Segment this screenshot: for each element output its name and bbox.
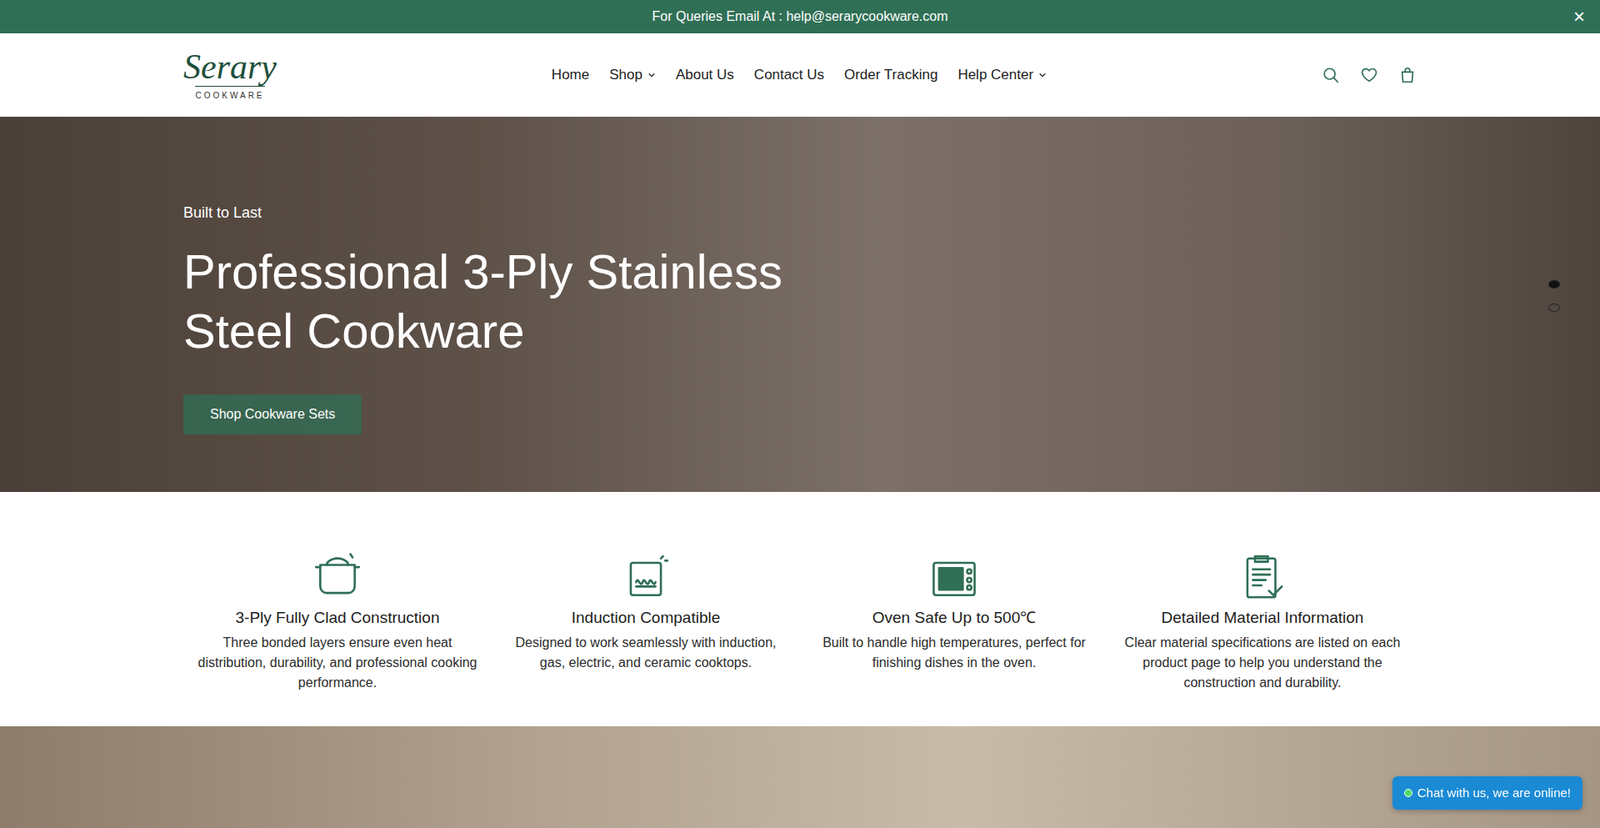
online-dot bbox=[1404, 788, 1413, 797]
feature-title: Induction Compatible bbox=[501, 608, 790, 628]
feature-item: Oven Safe Up to 500℃ Built to handle high… bbox=[800, 551, 1109, 693]
nav-label: Order Tracking bbox=[844, 64, 938, 86]
features-section: 3-Ply Fully Clad Construction Three bonde… bbox=[0, 491, 1600, 726]
feature-icon-wrap bbox=[1118, 551, 1407, 604]
chat-label: Chat with us, we are online! bbox=[1417, 783, 1571, 803]
logo-name: Serary bbox=[183, 49, 277, 85]
chevron-down-icon bbox=[1038, 70, 1047, 80]
feature-text: Built to handle high temperatures, perfe… bbox=[810, 632, 1099, 673]
feature-text: Designed to work seamlessly with inducti… bbox=[501, 632, 790, 673]
nav-link[interactable]: About Us bbox=[675, 64, 735, 86]
nav-label: Home bbox=[551, 64, 590, 86]
shop-button[interactable]: Shop Cookware Sets bbox=[183, 394, 362, 435]
feature-icon-wrap bbox=[810, 551, 1099, 604]
site-header: SeraryCOOKWARE Home Shop About Us Contact Us… bbox=[0, 33, 1600, 117]
induction-icon bbox=[620, 551, 672, 604]
feature-title: Detailed Material Information bbox=[1118, 608, 1407, 628]
hero-banner: Built to Last Professional 3-Ply Stainles… bbox=[0, 116, 1600, 492]
features-row: 3-Ply Fully Clad Construction Three bonde… bbox=[166, 531, 1434, 693]
slider-dots bbox=[1548, 280, 1560, 312]
header-inner: SeraryCOOKWARE Home Shop About Us Contact Us… bbox=[166, 49, 1434, 102]
nav-label: Help Center bbox=[957, 64, 1034, 86]
slider-dot[interactable] bbox=[1548, 303, 1560, 312]
announcement-bar: For Queries Email At : help@serarycookwa… bbox=[0, 0, 1600, 34]
feature-text: Clear material specifications are listed… bbox=[1118, 632, 1407, 693]
wishlist-button[interactable] bbox=[1360, 65, 1379, 85]
nav-link[interactable]: Home bbox=[551, 64, 590, 86]
main-nav: Home Shop About Us Contact Us Order Tracking… bbox=[551, 64, 1047, 86]
feature-icon-wrap bbox=[501, 551, 790, 604]
nav-link[interactable]: Order Tracking bbox=[844, 64, 938, 86]
feature-item: Induction Compatible Designed to work sea… bbox=[491, 551, 800, 693]
slider-dot[interactable] bbox=[1548, 280, 1560, 289]
nav-link[interactable]: Contact Us bbox=[754, 64, 825, 86]
heart-icon bbox=[1360, 65, 1379, 85]
close-button[interactable]: × bbox=[1570, 6, 1589, 27]
logo[interactable]: SeraryCOOKWARE bbox=[183, 49, 277, 102]
feature-title: 3-Ply Fully Clad Construction bbox=[193, 608, 482, 628]
cart-button[interactable] bbox=[1398, 65, 1417, 85]
chevron-down-icon bbox=[647, 70, 656, 80]
nav-label: Shop bbox=[609, 64, 643, 86]
feature-title: Oven Safe Up to 500℃ bbox=[810, 608, 1099, 628]
nav-link[interactable]: Help Center bbox=[957, 64, 1047, 86]
search-button[interactable] bbox=[1321, 65, 1340, 85]
nav-label: About Us bbox=[675, 64, 735, 86]
oven-icon bbox=[928, 551, 980, 604]
header-icons bbox=[1321, 65, 1417, 85]
search-icon bbox=[1321, 65, 1340, 85]
hero-title: Professional 3-Ply Stainless Steel Cookw… bbox=[183, 242, 817, 361]
hero-content: Built to Last Professional 3-Ply Stainles… bbox=[166, 116, 1434, 435]
feature-text: Three bonded layers ensure even heat dis… bbox=[193, 632, 482, 693]
nav-label: Contact Us bbox=[754, 64, 825, 86]
logo-tagline: COOKWARE bbox=[195, 85, 265, 102]
clipboard-icon bbox=[1236, 551, 1289, 604]
feature-item: Detailed Material Information Clear mater… bbox=[1108, 551, 1417, 693]
feature-icon-wrap bbox=[193, 551, 482, 604]
pot-icon bbox=[311, 551, 364, 604]
kitchen-banner bbox=[0, 725, 1600, 828]
nav-link[interactable]: Shop bbox=[609, 64, 656, 86]
chat-button[interactable]: Chat with us, we are online! bbox=[1392, 775, 1583, 810]
announcement-text: For Queries Email At : help@serarycookwa… bbox=[651, 6, 948, 27]
bag-icon bbox=[1398, 65, 1417, 85]
hero-eyebrow: Built to Last bbox=[183, 116, 1417, 225]
feature-item: 3-Ply Fully Clad Construction Three bonde… bbox=[183, 551, 492, 693]
